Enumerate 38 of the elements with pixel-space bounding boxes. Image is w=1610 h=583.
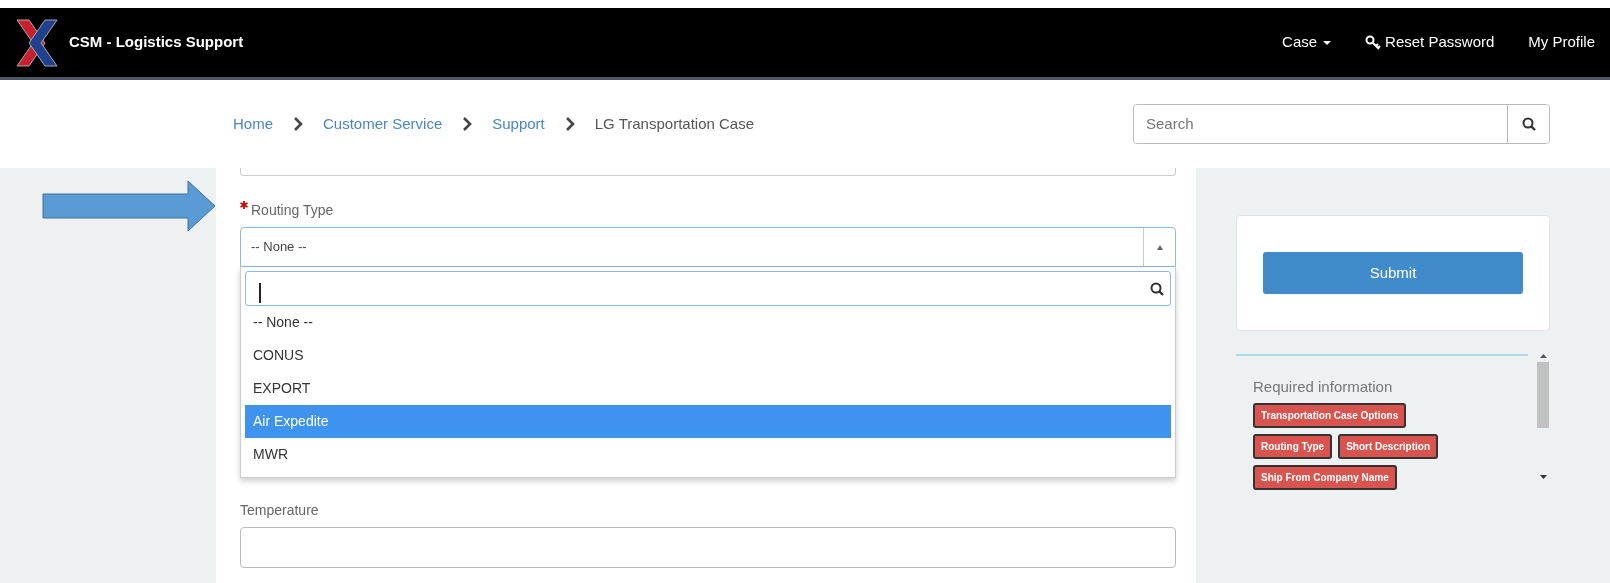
required-tag: Transportation Case Options [1253, 402, 1407, 428]
case-menu[interactable]: Case [1282, 31, 1332, 54]
required-tag: Routing Type [1253, 433, 1333, 459]
app-title: CSM - Logistics Support [69, 32, 244, 53]
text-field[interactable] [240, 527, 1176, 568]
key-icon [1365, 34, 1382, 51]
profile-link[interactable]: My Profile [1528, 31, 1595, 54]
field-label: Temperature [240, 502, 319, 518]
search-icon [1150, 281, 1164, 296]
required-tag: Ship From Company Name [1253, 464, 1397, 490]
arrow-icon [42, 180, 216, 232]
scroll-thumb [1537, 362, 1549, 428]
dropdown-option[interactable]: EXPORT [245, 372, 1171, 405]
submit-button[interactable]: Submit [1263, 252, 1523, 294]
chevron-icon [293, 117, 303, 131]
search-icon [1521, 117, 1536, 131]
breadcrumb-link[interactable]: Support [492, 112, 545, 136]
field-label: Routing Type [251, 202, 334, 218]
breadcrumb-link[interactable]: Customer Service [323, 112, 443, 136]
caret-icon [1156, 244, 1163, 250]
scroll-down-icon [1539, 475, 1547, 479]
caret-icon [1323, 40, 1332, 45]
select-field[interactable]: -- None -- [240, 227, 1176, 267]
search-button[interactable] [1507, 105, 1549, 143]
chevron-icon [564, 117, 575, 131]
scroll-up-icon [1539, 354, 1547, 358]
dropdown-option[interactable]: MWR [245, 438, 1171, 471]
chevron-icon [462, 117, 473, 131]
required-tag: Short Description [1338, 433, 1439, 459]
breadcrumb-current: LG Transportation Case [594, 113, 755, 134]
reset-password-link[interactable]: Reset Password [1365, 31, 1495, 54]
breadcrumb-link[interactable]: Home [233, 112, 273, 136]
dropdown-search-field[interactable] [245, 271, 1171, 306]
search-field[interactable]: Search [1133, 104, 1550, 144]
panel-title: Required information [1253, 377, 1394, 397]
text-cursor [259, 283, 261, 303]
dropdown-option[interactable]: -- None -- [245, 306, 1171, 339]
dropdown-option[interactable]: CONUS [245, 339, 1171, 372]
